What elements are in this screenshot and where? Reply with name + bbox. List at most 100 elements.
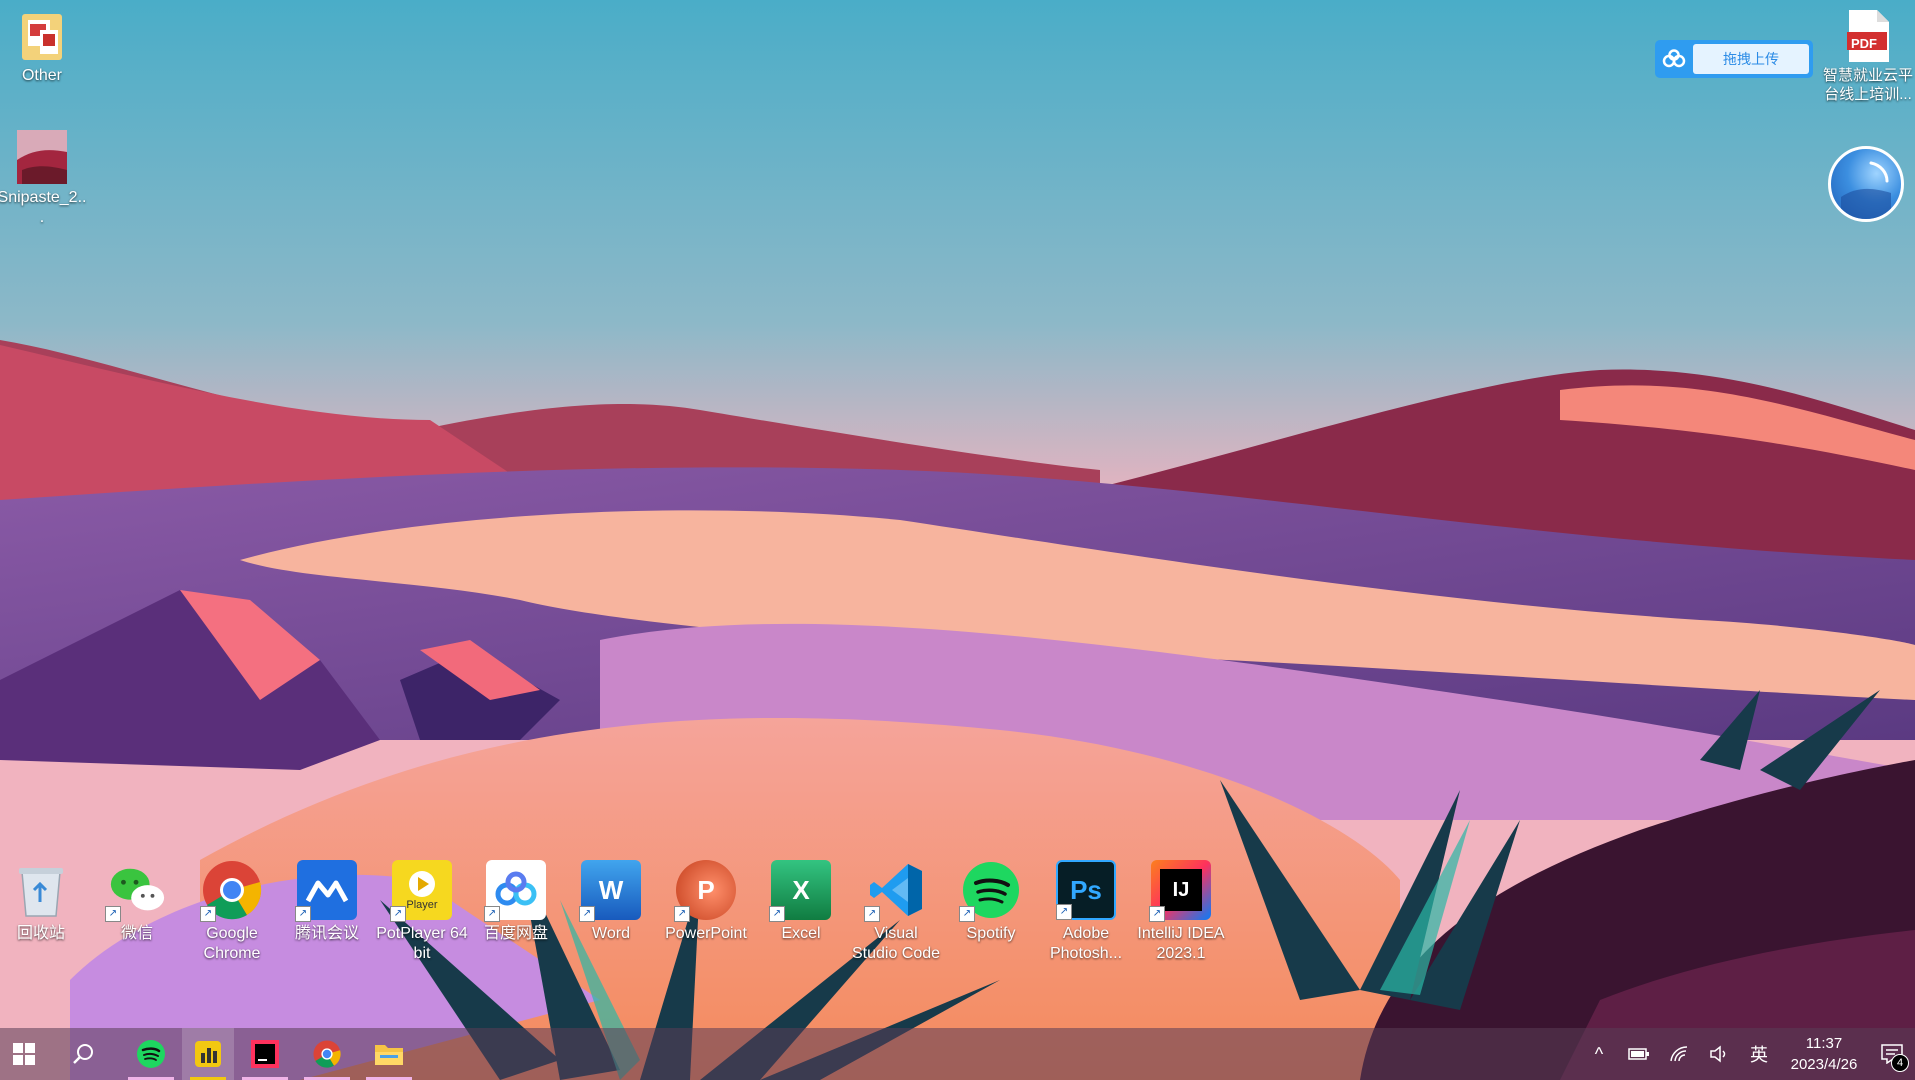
desktop-icon-wechat[interactable]: ↗ 微信	[91, 860, 183, 944]
image-thumbnail-icon	[17, 130, 67, 184]
desktop-icon-other-folder[interactable]: Other	[0, 10, 88, 86]
desktop-icon-label: 智慧就业云平台线上培训...	[1822, 67, 1913, 103]
intellij-icon	[251, 1040, 279, 1068]
desktop-icon-powerpoint[interactable]: P ↗ PowerPoint	[660, 860, 752, 944]
shortcut-arrow-icon: ↗	[200, 906, 216, 922]
tencent-meeting-icon: ↗	[295, 860, 357, 922]
folder-icon	[18, 10, 66, 62]
chrome-icon	[313, 1040, 341, 1068]
spotify-icon	[137, 1040, 165, 1068]
desktop-icon-pdf-file[interactable]: PDF 智慧就业云平台线上培训...	[1822, 10, 1914, 104]
pdf-file-icon: PDF	[1847, 10, 1889, 62]
battery-icon	[1628, 1048, 1649, 1060]
desktop-icon-label: PowerPoint	[665, 925, 747, 942]
shortcut-arrow-icon: ↗	[959, 906, 975, 922]
desktop-icon-tencent-meeting[interactable]: ↗ 腾讯会议	[281, 860, 373, 944]
network-button[interactable]	[1659, 1028, 1699, 1080]
chevron-up-icon: ^	[1594, 1043, 1604, 1064]
excel-glyph-text: X	[792, 875, 810, 905]
drag-upload-label: 拖拽上传	[1693, 44, 1809, 74]
shortcut-arrow-icon: ↗	[1149, 906, 1165, 922]
file-explorer-icon	[375, 1045, 403, 1065]
show-hidden-icons-button[interactable]: ^	[1579, 1028, 1619, 1080]
desktop-icon-word[interactable]: W ↗ Word	[565, 860, 657, 944]
pdf-badge: PDF	[1851, 36, 1877, 51]
volume-button[interactable]	[1699, 1028, 1739, 1080]
shortcut-arrow-icon: ↗	[390, 906, 406, 922]
input-method-label: 英	[1750, 1045, 1768, 1065]
desktop-icon-label: Google Chrome	[203, 925, 261, 962]
powerpoint-icon: P ↗	[674, 860, 736, 922]
windows-start-icon	[13, 1043, 35, 1065]
wechat-icon: ↗	[105, 860, 167, 922]
potplayer-icon: Player ↗	[390, 860, 452, 922]
desktop-icon-label: Spotify	[966, 925, 1016, 942]
taskbar: ^ 英 11:37 2023/4/26 4	[0, 1028, 1915, 1080]
intellij-icon: IJ ↗	[1149, 860, 1211, 922]
desktop-icon-label: 回收站	[16, 925, 65, 942]
taskbar-file-explorer[interactable]	[358, 1028, 420, 1080]
spotify-icon: ↗	[959, 860, 1021, 922]
clock-time: 11:37	[1805, 1035, 1843, 1052]
shortcut-arrow-icon: ↗	[864, 906, 880, 922]
powerpoint-glyph-text: P	[697, 875, 715, 905]
speaker-icon	[1710, 1045, 1726, 1063]
search-icon	[73, 1044, 93, 1064]
desktop-icon-label: Visual Studio Code	[851, 925, 941, 962]
desktop-icon-label: PotPlayer 64 bit	[376, 925, 468, 962]
drag-upload-button[interactable]: 拖拽上传	[1655, 40, 1813, 78]
desktop-icon-label: Adobe Photosh...	[1049, 925, 1123, 962]
desktop-icon-label: Other	[21, 67, 62, 84]
desktop-icon-photoshop[interactable]: Ps ↗ Adobe Photosh...	[1040, 860, 1132, 964]
photoshop-icon: Ps ↗	[1056, 860, 1116, 920]
shortcut-arrow-icon: ↗	[1056, 904, 1072, 920]
taskbar-spotify[interactable]	[120, 1028, 182, 1080]
desktop-icon-baidu-netdisk[interactable]: ↗ 百度网盘	[470, 860, 562, 944]
desktop-icon-intellij-idea[interactable]: IJ ↗ IntelliJ IDEA 2023.1	[1135, 860, 1227, 964]
shortcut-arrow-icon: ↗	[484, 906, 500, 922]
desktop-icon-vscode[interactable]: ↗ Visual Studio Code	[850, 860, 942, 964]
battery-button[interactable]	[1619, 1028, 1659, 1080]
desktop-icon-google-chrome[interactable]: ↗ Google Chrome	[186, 860, 278, 964]
photoshop-glyph-text: Ps	[1070, 875, 1102, 905]
desktop-icon-label: 微信	[120, 925, 153, 942]
start-button[interactable]	[0, 1028, 48, 1080]
input-method-button[interactable]: 英	[1739, 1028, 1779, 1080]
taskbar-intellij[interactable]	[234, 1028, 296, 1080]
desktop-icon-label: Excel	[781, 925, 821, 942]
excel-icon: X ↗	[769, 860, 831, 922]
taskbar-powerbi[interactable]	[182, 1028, 234, 1080]
shortcut-arrow-icon: ↗	[674, 906, 690, 922]
vscode-icon: ↗	[864, 860, 926, 922]
intellij-glyph-text: IJ	[1172, 879, 1190, 901]
search-button[interactable]	[48, 1028, 120, 1080]
word-icon: W ↗	[579, 860, 641, 922]
potplayer-glyph-text: Player	[406, 899, 438, 911]
desktop-icon-label: Word	[592, 925, 630, 942]
desktop-icon-label: 百度网盘	[483, 925, 548, 942]
baidu-netdisk-icon: ↗	[484, 860, 546, 922]
word-glyph-text: W	[598, 875, 624, 905]
desktop-icon-excel[interactable]: X ↗ Excel	[755, 860, 847, 944]
clock-button[interactable]: 11:37 2023/4/26	[1779, 1033, 1869, 1075]
powerbi-icon	[195, 1041, 221, 1067]
assistant-orb-icon	[1841, 161, 1891, 219]
notification-count-badge: 4	[1891, 1054, 1909, 1072]
shortcut-arrow-icon: ↗	[105, 906, 121, 922]
recycle-bin-icon	[11, 860, 71, 920]
desktop-icon-label: IntelliJ IDEA 2023.1	[1137, 925, 1225, 962]
shortcut-arrow-icon: ↗	[769, 906, 785, 922]
desktop-icon-label: 腾讯会议	[294, 925, 359, 942]
desktop-icon-potplayer[interactable]: Player ↗ PotPlayer 64 bit	[376, 860, 468, 964]
chrome-icon: ↗	[200, 860, 262, 922]
clock-date: 2023/4/26	[1790, 1056, 1858, 1073]
floating-assistant-orb[interactable]	[1828, 146, 1904, 222]
shortcut-arrow-icon: ↗	[579, 906, 595, 922]
wifi-icon	[1670, 1046, 1688, 1062]
taskbar-chrome[interactable]	[296, 1028, 358, 1080]
notification-center-button[interactable]: 4	[1869, 1028, 1915, 1080]
desktop-icon-spotify[interactable]: ↗ Spotify	[945, 860, 1037, 944]
desktop-icon-label: Snipaste_2...	[0, 189, 87, 226]
desktop-icon-recycle-bin[interactable]: 回收站	[0, 860, 87, 944]
desktop-icon-snipaste-image[interactable]: Snipaste_2...	[0, 130, 88, 228]
